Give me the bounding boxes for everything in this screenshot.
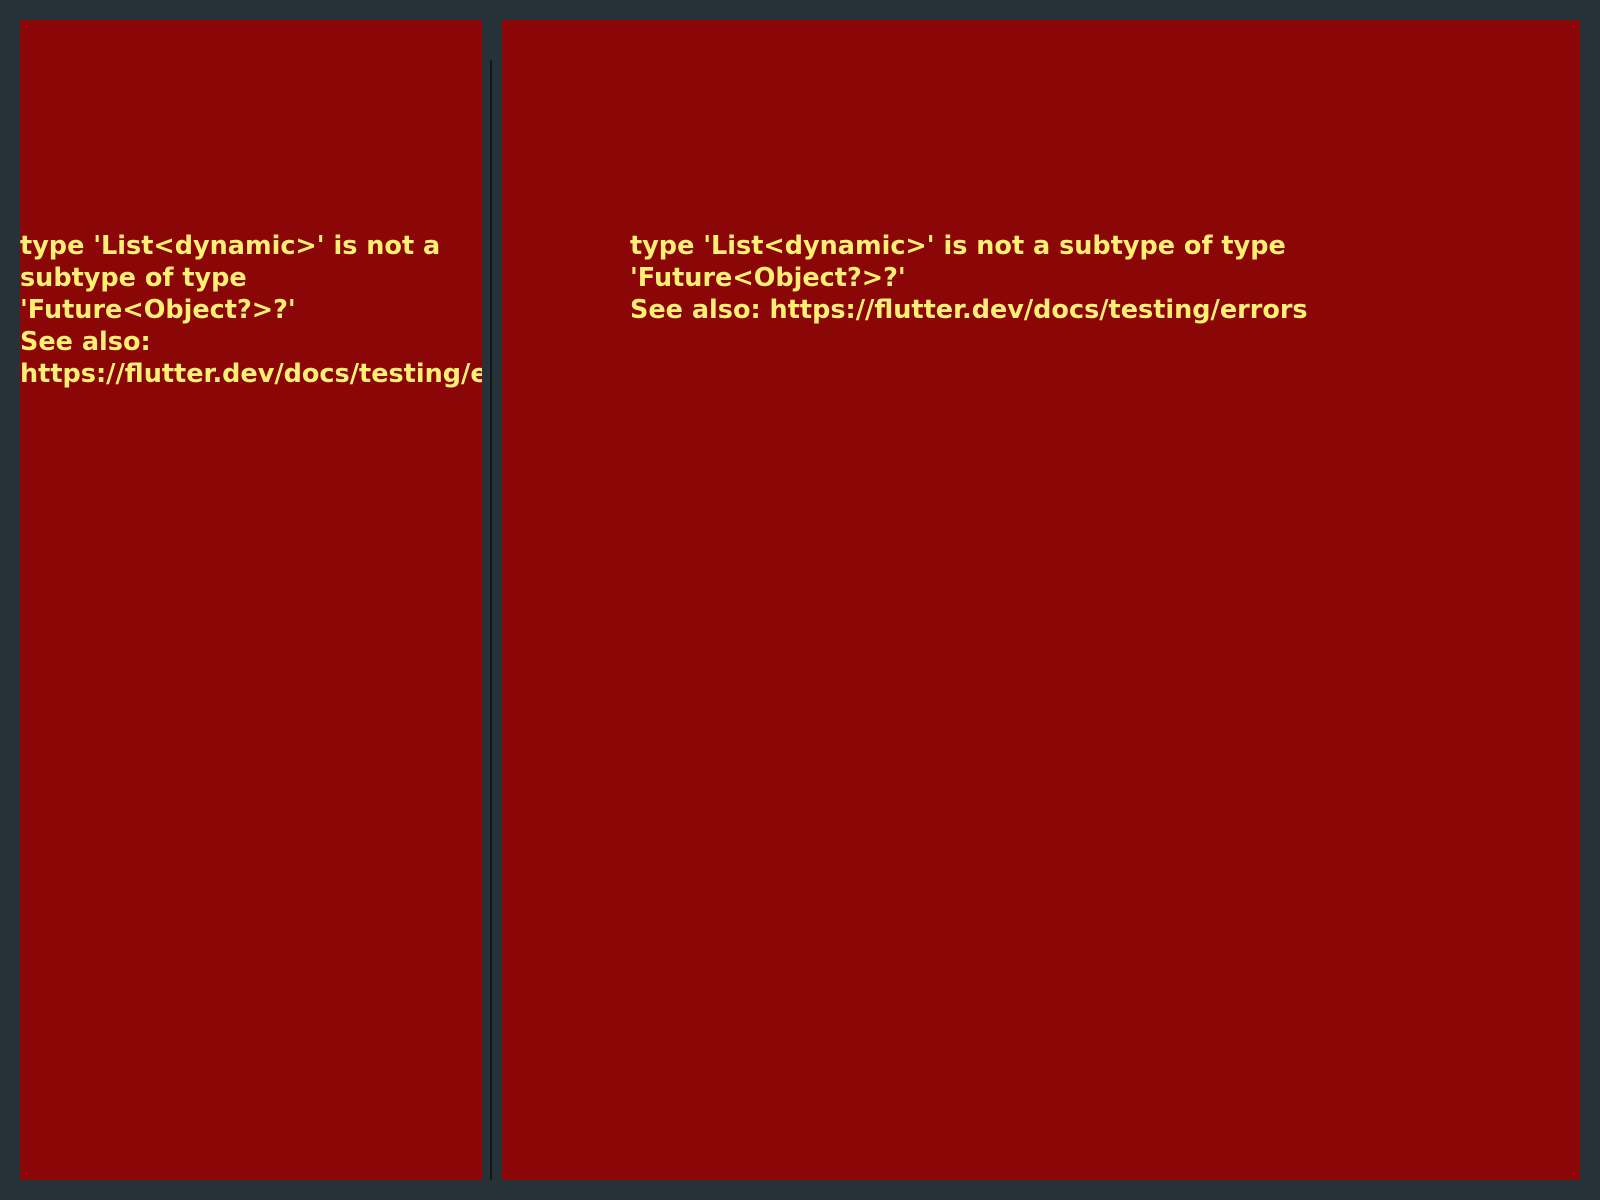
right-error-panel: type 'List<dynamic>' is not a subtype of… (502, 20, 1580, 1180)
left-error-message-block: type 'List<dynamic>' is not a subtype of… (20, 230, 482, 390)
left-error-panel: type 'List<dynamic>' is not a subtype of… (20, 20, 482, 1180)
right-see-also-link: See also: https://flutter.dev/docs/testi… (630, 295, 1308, 325)
left-see-also-link: See also: https://flutter.dev/docs/testi… (20, 327, 482, 389)
right-error-message: type 'List<dynamic>' is not a subtype of… (630, 231, 1286, 293)
left-error-message: type 'List<dynamic>' is not a subtype of… (20, 231, 441, 325)
right-error-message-block: type 'List<dynamic>' is not a subtype of… (630, 230, 1350, 326)
panel-divider[interactable] (490, 60, 492, 1180)
